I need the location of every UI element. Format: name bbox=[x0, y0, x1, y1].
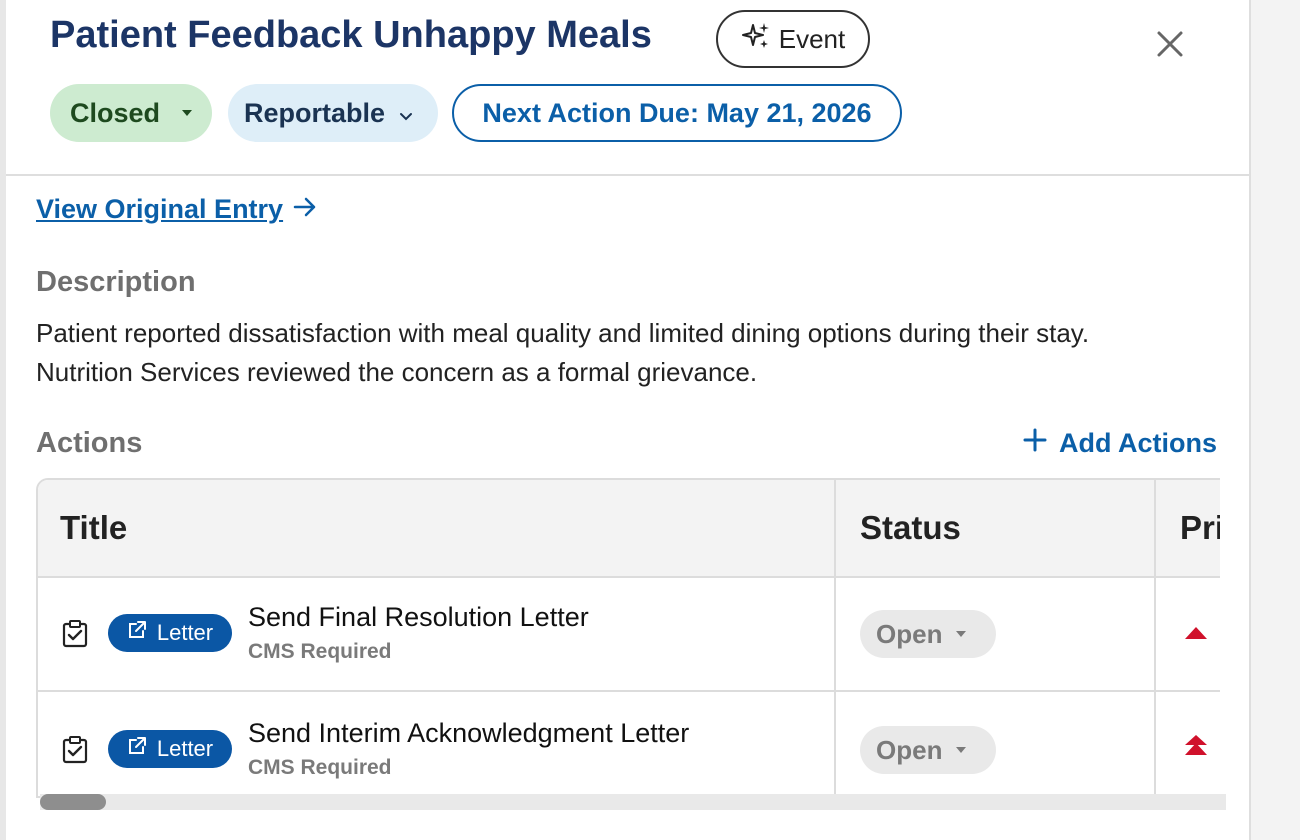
table-header: Title Status Pri bbox=[38, 480, 1220, 578]
reportable-dropdown-label: Reportable bbox=[244, 97, 386, 128]
sparkle-icon bbox=[741, 21, 771, 58]
description-text: Patient reported dissatisfaction with me… bbox=[36, 314, 1236, 392]
external-link-icon bbox=[127, 736, 147, 762]
column-header-priority[interactable]: Pri bbox=[1158, 480, 1220, 576]
page-title: Patient Feedback Unhappy Meals bbox=[50, 14, 652, 56]
external-link-icon bbox=[127, 620, 147, 646]
actions-heading: Actions bbox=[36, 427, 143, 459]
caret-down-icon bbox=[182, 110, 193, 116]
action-subtitle: CMS Required bbox=[248, 756, 392, 779]
panel-header: Patient Feedback Unhappy Meals Event Clo… bbox=[6, 0, 1251, 176]
action-title: Send Interim Acknowledgment Letter bbox=[248, 718, 690, 748]
arrow-right-icon bbox=[293, 194, 317, 225]
status-dropdown-label: Closed bbox=[70, 97, 161, 128]
detail-panel: Patient Feedback Unhappy Meals Event Clo… bbox=[0, 0, 1251, 840]
description-heading: Description bbox=[36, 266, 196, 298]
letter-badge-label: Letter bbox=[156, 620, 214, 645]
actions-table: Title Status Pri Letter Send Final Resol… bbox=[36, 478, 1220, 798]
view-original-entry-link[interactable]: View Original Entry bbox=[36, 194, 317, 225]
letter-badge-label: Letter bbox=[156, 736, 214, 761]
action-status-label: Open bbox=[876, 734, 943, 765]
table-row[interactable]: Letter Send Final Resolution Letter CMS … bbox=[38, 578, 1220, 692]
clipboard-check-icon bbox=[62, 620, 88, 648]
caret-down-icon bbox=[956, 631, 967, 637]
horizontal-scrollbar[interactable] bbox=[40, 794, 1226, 810]
next-action-due-badge[interactable]: Next Action Due: May 21, 2026 bbox=[452, 84, 902, 142]
view-original-entry-label: View Original Entry bbox=[36, 194, 284, 224]
priority-urgent-icon bbox=[1184, 734, 1208, 761]
plus-icon bbox=[1023, 428, 1047, 459]
close-button[interactable] bbox=[1152, 28, 1188, 64]
action-status-dropdown[interactable]: Open bbox=[860, 610, 996, 658]
close-icon bbox=[1156, 30, 1184, 63]
priority-high-icon bbox=[1184, 626, 1208, 645]
event-chip: Event bbox=[716, 10, 870, 68]
actions-table-viewport: Title Status Pri Letter Send Final Resol… bbox=[36, 478, 1220, 810]
status-dropdown[interactable]: Closed bbox=[50, 84, 212, 142]
description-line: Patient reported dissatisfaction with me… bbox=[36, 318, 1090, 348]
action-subtitle: CMS Required bbox=[248, 640, 392, 663]
add-actions-label: Add Actions bbox=[1059, 428, 1217, 458]
column-header-status[interactable]: Status bbox=[838, 480, 961, 576]
column-header-title[interactable]: Title bbox=[38, 480, 127, 576]
description-line: Nutrition Services reviewed the concern … bbox=[36, 357, 758, 387]
clipboard-check-icon bbox=[62, 736, 88, 764]
action-title: Send Final Resolution Letter bbox=[248, 602, 589, 632]
letter-badge[interactable]: Letter bbox=[108, 730, 232, 768]
event-chip-label: Event bbox=[778, 23, 846, 54]
letter-badge[interactable]: Letter bbox=[108, 614, 232, 652]
scrollbar-thumb[interactable] bbox=[40, 794, 106, 810]
action-status-dropdown[interactable]: Open bbox=[860, 726, 996, 774]
reportable-dropdown[interactable]: Reportable bbox=[228, 84, 438, 142]
caret-down-icon bbox=[956, 747, 967, 753]
table-row[interactable]: Letter Send Interim Acknowledgment Lette… bbox=[38, 694, 1220, 796]
action-status-label: Open bbox=[876, 618, 943, 649]
add-actions-button[interactable]: Add Actions bbox=[1023, 428, 1217, 459]
chevron-down-icon bbox=[399, 98, 413, 129]
